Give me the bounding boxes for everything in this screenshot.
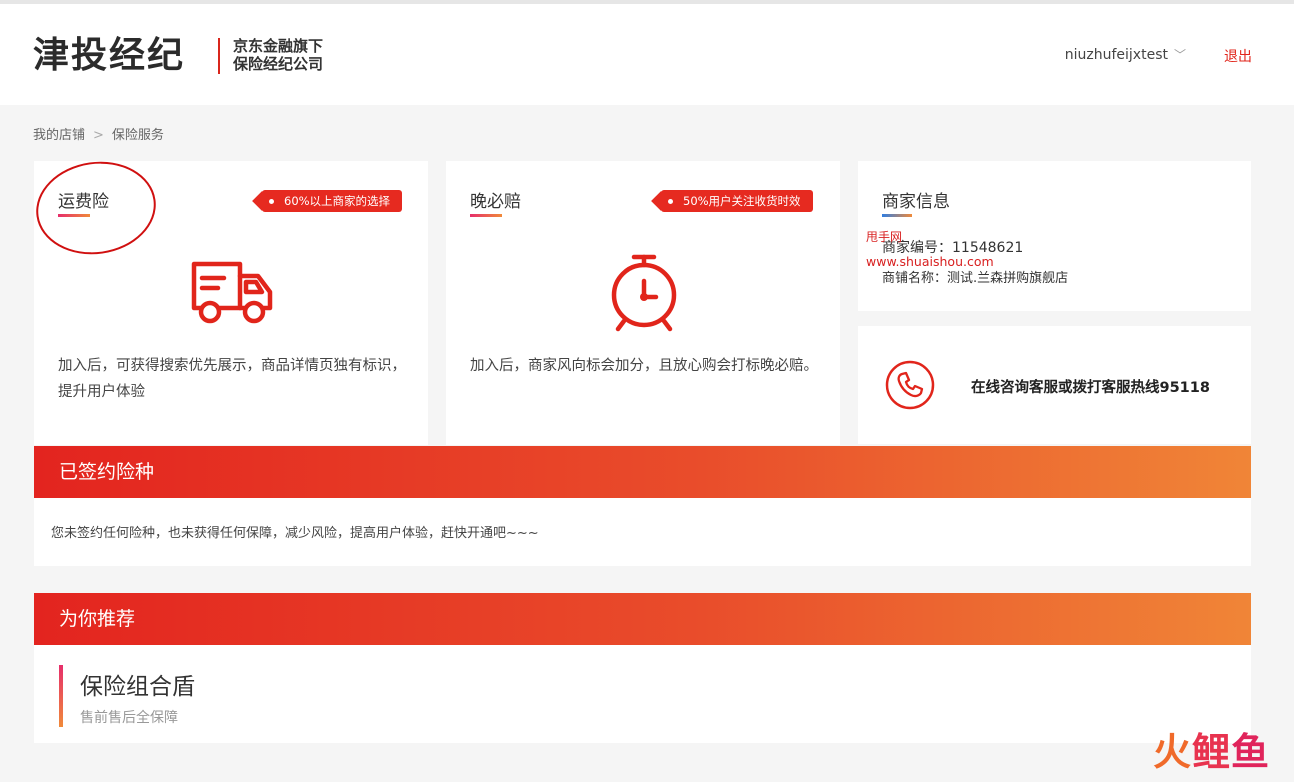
logo-divider xyxy=(218,38,220,74)
watermark-site-url: www.shuaishou.com xyxy=(866,254,994,269)
popularity-badge: 50%用户关注收货时效 xyxy=(661,190,813,212)
card-description: 加入后，商家风向标会加分，且放心购会打标晚必赔。 xyxy=(470,358,818,374)
brand-char-1: 火 xyxy=(1152,730,1192,774)
breadcrumb-my-shop[interactable]: 我的店铺 xyxy=(33,128,85,143)
recommend-section: 为你推荐 保险组合盾 售前售后全保障 xyxy=(34,593,1251,743)
title-underline xyxy=(882,214,912,217)
shop-name: 商铺名称：测试.兰森拼购旗舰店 xyxy=(882,267,1068,286)
user-menu[interactable]: niuzhufeijxtest ﹀ xyxy=(1065,46,1186,63)
phone-icon xyxy=(885,360,935,414)
popularity-badge: 60%以上商家的选择 xyxy=(262,190,403,212)
recommend-item-subtitle: 售前售后全保障 xyxy=(80,710,178,726)
brand-char-3: 鱼 xyxy=(1230,730,1270,774)
merchant-info-card: 商家信息 商家编号：11548621 商铺名称：测试.兰森拼购旗舰店 xyxy=(858,161,1251,311)
shop-name-value: 测试.兰森拼购旗舰店 xyxy=(947,271,1069,286)
brand-char-2: 鲤 xyxy=(1191,730,1231,774)
breadcrumb-chevron-icon: > xyxy=(93,128,104,143)
watermark-site-name: 甩手网 xyxy=(866,230,903,244)
delivery-truck-icon xyxy=(188,256,274,330)
recommend-accent-bar xyxy=(59,665,63,727)
recommend-item-title[interactable]: 保险组合盾 xyxy=(80,667,195,701)
late-payment-card[interactable]: 晚必赔 50%用户关注收货时效 加入后，商家风向标会加分，且放心购会打标晚必赔。 xyxy=(446,161,840,445)
title-underline xyxy=(470,214,502,217)
card-description: 加入后，可获得搜索优先展示，商品详情页独有标识，提升用户体验 xyxy=(58,358,406,400)
customer-service-card[interactable]: 在线咨询客服或拨打客服热线95118 xyxy=(858,326,1251,444)
card-title: 晚必赔 xyxy=(470,192,521,212)
section-title: 为你推荐 xyxy=(34,593,1251,645)
alarm-clock-icon xyxy=(606,251,682,337)
brand-watermark: 火鲤鱼 xyxy=(1153,721,1270,776)
logo-text: 津投经纪 xyxy=(33,35,186,76)
signed-insurance-section: 已签约险种 您未签约任何险种，也未获得任何保障，减少风险，提高用户体验，赶快开通… xyxy=(34,446,1251,566)
logo-subtitle: 京东金融旗下 保险经纪公司 xyxy=(233,37,323,73)
breadcrumb-insurance-service: 保险服务 xyxy=(111,128,164,143)
hotline-text: 在线咨询客服或拨打客服热线95118 xyxy=(971,380,1210,396)
section-empty-message: 您未签约任何险种，也未获得任何保障，减少风险，提高用户体验，赶快开通吧~~~ xyxy=(51,526,539,541)
logo-subtitle-line1: 京东金融旗下 xyxy=(233,37,324,55)
shop-name-label: 商铺名称： xyxy=(882,271,948,286)
logout-link[interactable]: 退出 xyxy=(1224,46,1252,66)
chevron-down-icon: ﹀ xyxy=(1173,48,1186,62)
logo-subtitle-line2: 保险经纪公司 xyxy=(233,55,324,73)
breadcrumb: 我的店铺 > 保险服务 xyxy=(33,124,164,143)
section-title: 已签约险种 xyxy=(34,446,1251,498)
page-header: 津投经纪 京东金融旗下 保险经纪公司 niuzhufeijxtest ﹀ 退出 xyxy=(0,4,1294,105)
username: niuzhufeijxtest xyxy=(1064,47,1168,63)
card-title: 商家信息 xyxy=(882,192,950,212)
